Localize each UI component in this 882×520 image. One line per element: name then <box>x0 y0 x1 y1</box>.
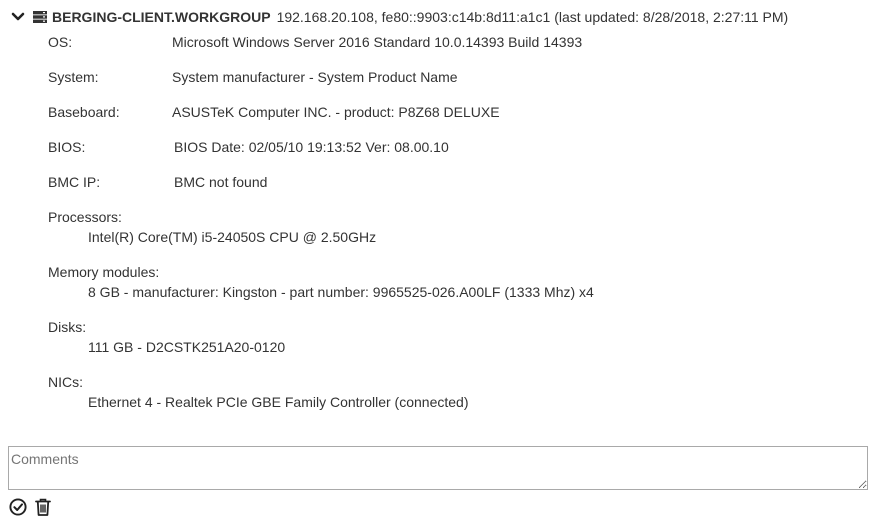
host-name: BERGING-CLIENT.WORKGROUP <box>52 9 271 25</box>
processors-section: Processors: Intel(R) Core(TM) i5-24050S … <box>48 209 376 245</box>
trash-icon[interactable] <box>33 497 53 517</box>
list-item: Ethernet 4 - Realtek PCIe GBE Family Con… <box>88 394 469 410</box>
host-header[interactable]: BERGING-CLIENT.WORKGROUP 192.168.20.108,… <box>10 8 788 26</box>
baseboard-label: Baseboard: <box>48 104 120 120</box>
server-icon <box>32 9 48 25</box>
disks-label: Disks: <box>48 319 87 335</box>
os-value: Microsoft Windows Server 2016 Standard 1… <box>172 34 583 50</box>
list-item: Intel(R) Core(TM) i5-24050S CPU @ 2.50GH… <box>88 229 377 245</box>
action-bar <box>9 497 53 517</box>
bios-value: BIOS Date: 02/05/10 19:13:52 Ver: 08.00.… <box>174 139 449 155</box>
comments-field[interactable] <box>8 446 868 490</box>
system-label: System: <box>48 69 99 85</box>
chevron-down-icon[interactable] <box>10 9 26 25</box>
memory-section: Memory modules: 8 GB - manufacturer: Kin… <box>48 264 594 300</box>
disks-section: Disks: 111 GB - D2CSTK251A20-0120 <box>48 319 285 355</box>
bmc-value: BMC not found <box>174 174 268 190</box>
nics-label: NICs: <box>48 374 83 390</box>
bmc-label: BMC IP: <box>48 174 101 190</box>
memory-label: Memory modules: <box>48 264 160 280</box>
baseboard-value: ASUSTeK Computer INC. - product: P8Z68 D… <box>172 104 500 120</box>
bios-label: BIOS: <box>48 139 86 155</box>
list-item: 111 GB - D2CSTK251A20-0120 <box>88 339 286 355</box>
system-value: System manufacturer - System Product Nam… <box>172 69 458 85</box>
os-label: OS: <box>48 34 73 50</box>
check-circle-icon[interactable] <box>9 497 29 517</box>
host-meta: 192.168.20.108, fe80::9903:c14b:8d11:a1c… <box>276 9 789 25</box>
list-item: 8 GB - manufacturer: Kingston - part num… <box>88 284 594 300</box>
nics-section: NICs: Ethernet 4 - Realtek PCIe GBE Fami… <box>48 374 469 410</box>
processors-label: Processors: <box>48 209 122 225</box>
